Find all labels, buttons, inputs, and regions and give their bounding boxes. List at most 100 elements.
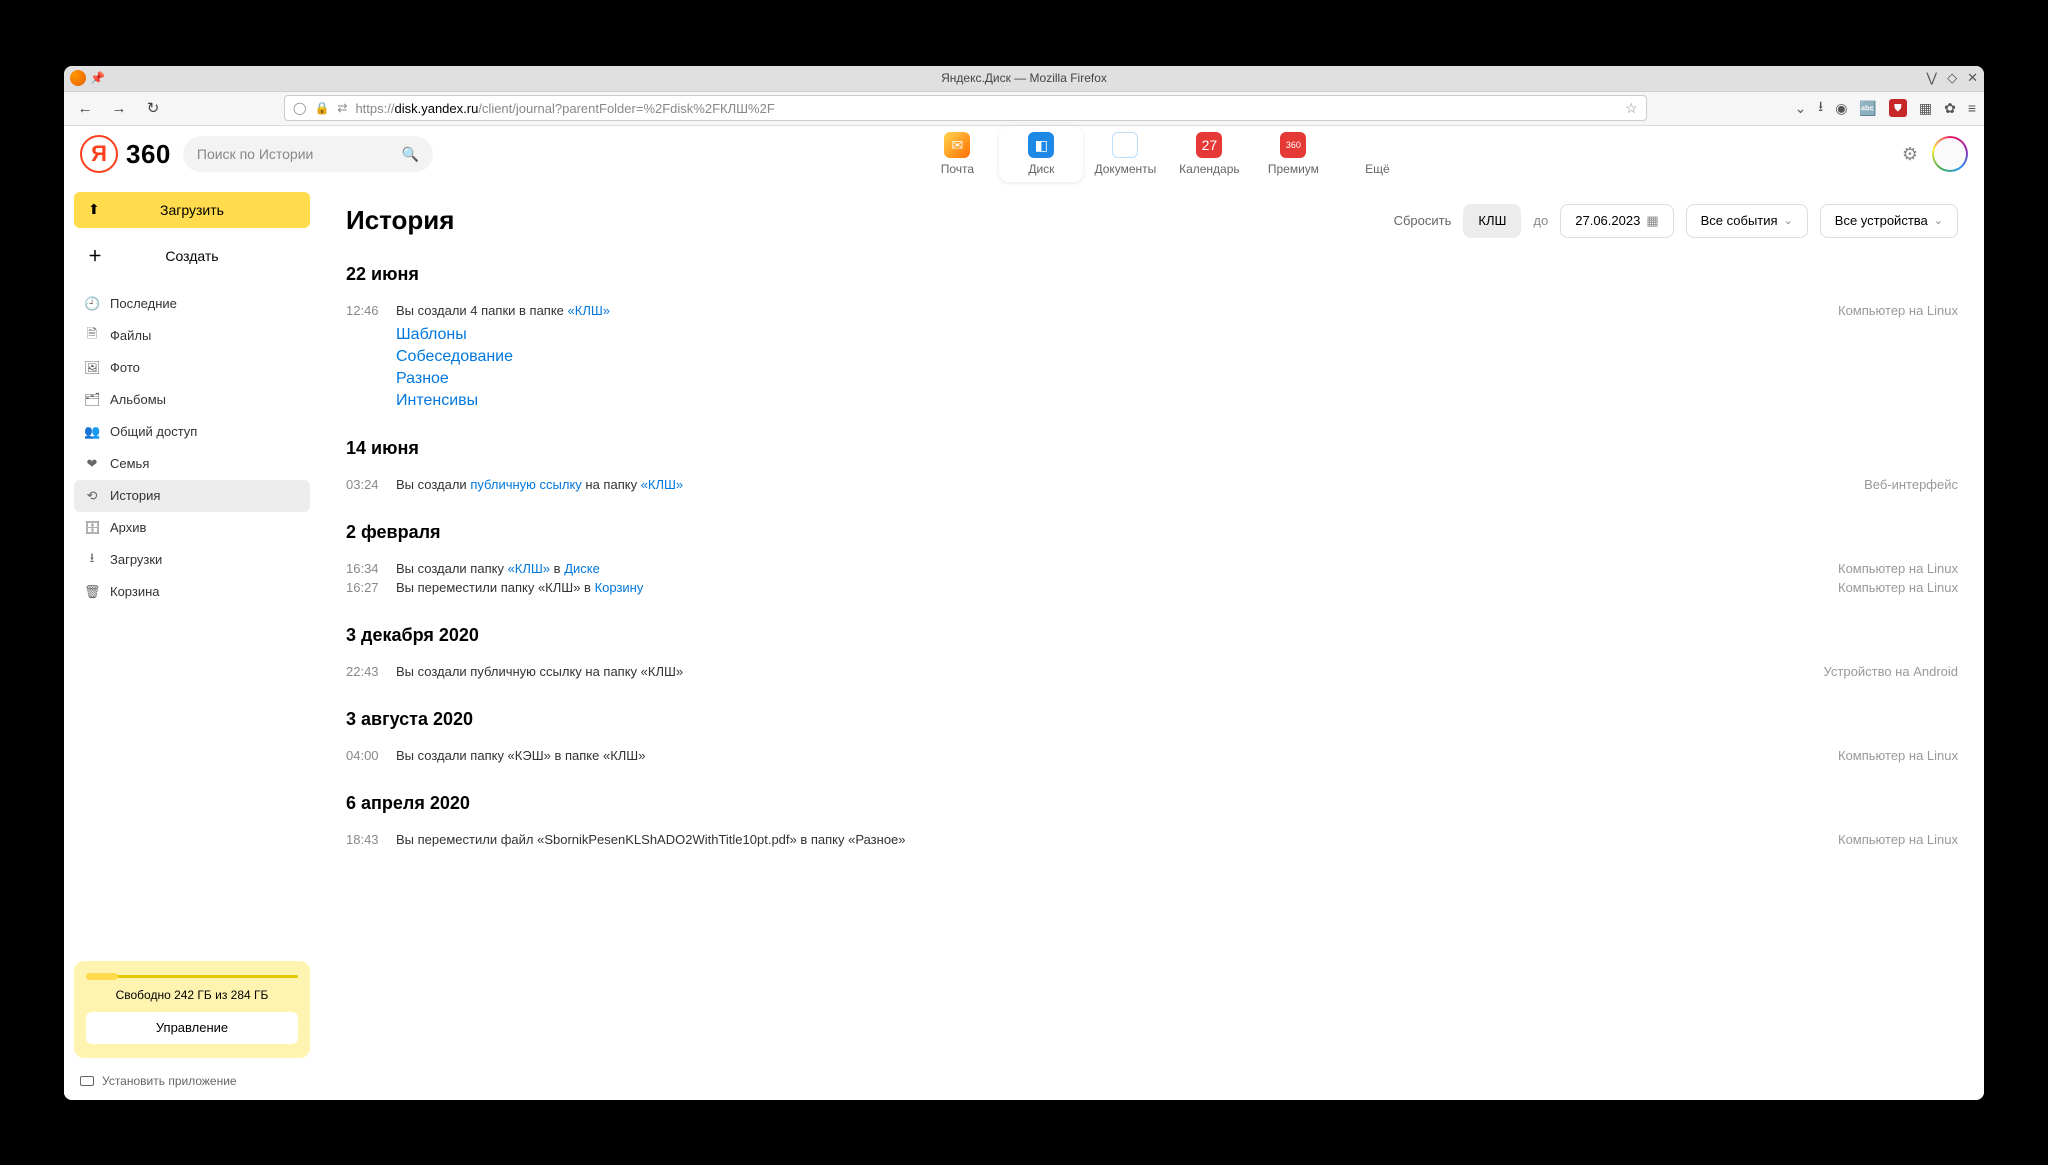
sidebar-item-history[interactable]: ⟲История xyxy=(74,480,310,512)
entry-time: 03:24 xyxy=(346,477,396,492)
sidebar-item-photo[interactable]: 🖼Фото xyxy=(74,352,310,384)
entry-link[interactable]: «КЛШ» xyxy=(568,303,610,318)
permissions-icon[interactable]: ⇄ xyxy=(337,101,347,115)
entry-device: Компьютер на Linux xyxy=(1838,580,1958,595)
journal-entry: 22:43Вы создали публичную ссылку на папк… xyxy=(346,662,1958,681)
tab-documents[interactable]: ▤ Документы xyxy=(1083,126,1167,182)
back-button[interactable]: ← xyxy=(72,95,98,121)
sidebar-item-shared[interactable]: 👥Общий доступ xyxy=(74,416,310,448)
settings-gear-icon[interactable]: ⚙ xyxy=(1902,144,1918,165)
page-title: История xyxy=(346,205,454,236)
header-right: ⚙ xyxy=(1902,136,1968,172)
journal-entry: 04:00Вы создали папку «КЭШ» в папке «КЛШ… xyxy=(346,746,1958,765)
pocket-icon[interactable]: ⌄ xyxy=(1795,100,1807,117)
journal-day-group: 3 декабря 202022:43Вы создали публичную … xyxy=(346,625,1958,681)
entry-device: Компьютер на Linux xyxy=(1838,748,1958,763)
desktop: 📌 Яндекс.Диск — Mozilla Firefox ⋁ ◇ ✕ ← … xyxy=(0,0,2048,1165)
filter-date-picker[interactable]: 27.06.2023▦ xyxy=(1560,204,1673,238)
journal-day-title: 14 июня xyxy=(346,438,1958,459)
tab-calendar[interactable]: 27 Календарь xyxy=(1167,126,1251,182)
journal-entry: 18:43Вы переместили файл «SbornikPesenKL… xyxy=(346,830,1958,849)
logo[interactable]: Я 360 xyxy=(80,135,171,173)
entry-device: Компьютер на Linux xyxy=(1838,832,1958,847)
lock-icon: 🔒 xyxy=(314,101,329,115)
manage-storage-button[interactable]: Управление xyxy=(86,1012,298,1044)
calendar-grid-icon: ▦ xyxy=(1646,213,1658,229)
avatar[interactable] xyxy=(1932,136,1968,172)
chevron-down-icon: ⌄ xyxy=(1934,214,1943,227)
upload-button[interactable]: ⬆ Загрузить xyxy=(74,192,310,228)
close-button[interactable]: ✕ xyxy=(1967,70,1978,86)
sidebar-item-family[interactable]: ❤Семья xyxy=(74,448,310,480)
search-icon: 🔍 xyxy=(401,146,418,163)
entry-link[interactable]: публичную ссылку xyxy=(470,477,581,492)
shield-icon: ◯ xyxy=(293,101,306,115)
create-button[interactable]: ＋ Создать xyxy=(74,238,310,274)
journal-list: 22 июня12:46Вы создали 4 папки в папке «… xyxy=(346,264,1958,849)
logo-icon: Я xyxy=(80,135,118,173)
entry-text: Вы переместили файл «SbornikPesenKLShADO… xyxy=(396,832,1838,847)
tab-more[interactable]: ⋯ Ещё xyxy=(1335,126,1419,182)
filter-events-dropdown[interactable]: Все события⌄ xyxy=(1686,204,1808,238)
history-icon: ⟲ xyxy=(84,488,100,504)
sidebar-item-downloads[interactable]: ⭳Загрузки xyxy=(74,544,310,576)
tab-premium[interactable]: 360 Премиум xyxy=(1251,126,1335,182)
search-input[interactable]: Поиск по Истории 🔍 xyxy=(183,136,433,172)
reset-filters-button[interactable]: Сбросить xyxy=(1394,213,1452,228)
tab-mail[interactable]: ✉ Почта xyxy=(915,126,999,182)
entry-link[interactable]: «КЛШ» xyxy=(508,561,550,576)
window-title: Яндекс.Диск — Mozilla Firefox xyxy=(941,71,1107,85)
entry-sublink[interactable]: Интенсивы xyxy=(396,392,1958,410)
journal-day-group: 3 августа 202004:00Вы создали папку «КЭШ… xyxy=(346,709,1958,765)
minimize-button[interactable]: ⋁ xyxy=(1926,70,1937,86)
entry-text: Вы создали папку «КЛШ» в Диске xyxy=(396,561,1838,576)
main-content: История Сбросить КЛШ до 27.06.2023▦ Все … xyxy=(320,184,1984,1100)
entry-link[interactable]: Корзину xyxy=(595,580,644,595)
filter-folder-chip[interactable]: КЛШ xyxy=(1463,204,1521,238)
maximize-button[interactable]: ◇ xyxy=(1947,70,1957,86)
install-app-link[interactable]: Установить приложение xyxy=(74,1074,310,1092)
storage-widget: Свободно 242 ГБ из 284 ГБ Управление xyxy=(74,961,310,1058)
forward-button[interactable]: → xyxy=(106,95,132,121)
photo-icon: 🖼 xyxy=(84,360,100,376)
journal-day-title: 6 апреля 2020 xyxy=(346,793,1958,814)
journal-day-group: 14 июня03:24Вы создали публичную ссылку … xyxy=(346,438,1958,494)
plus-icon: ＋ xyxy=(88,246,102,266)
filter-devices-dropdown[interactable]: Все устройства⌄ xyxy=(1820,204,1958,238)
trash-icon: 🗑 xyxy=(84,584,100,600)
journal-entry: 12:46Вы создали 4 папки в папке «КЛШ»Ком… xyxy=(346,301,1958,320)
entry-link[interactable]: «КЛШ» xyxy=(641,477,683,492)
extension-icon-1[interactable]: ◉ xyxy=(1835,100,1847,117)
pin-icon[interactable]: 📌 xyxy=(90,71,105,85)
browser-toolbar: ← → ↻ ◯ 🔒 ⇄ https://disk.yandex.ru/clien… xyxy=(64,92,1984,126)
entry-sublink[interactable]: Разное xyxy=(396,370,1958,388)
url-text: https://disk.yandex.ru/client/journal?pa… xyxy=(355,101,774,116)
window-controls: ⋁ ◇ ✕ xyxy=(1926,70,1978,86)
entry-device: Устройство на Android xyxy=(1824,664,1958,679)
journal-filters: Сбросить КЛШ до 27.06.2023▦ Все события⌄… xyxy=(1394,204,1958,238)
entry-link[interactable]: Диске xyxy=(564,561,600,576)
extension-icon-2[interactable]: ▦ xyxy=(1919,100,1932,117)
adblock-icon[interactable]: ⛊ xyxy=(1889,99,1907,117)
calendar-icon: 27 xyxy=(1196,132,1222,158)
journal-entry: 16:34Вы создали папку «КЛШ» в ДискеКомпь… xyxy=(346,559,1958,578)
sidebar-item-recent[interactable]: 🕘Последние xyxy=(74,288,310,320)
hamburger-menu-icon[interactable]: ≡ xyxy=(1968,100,1976,116)
sidebar-item-trash[interactable]: 🗑Корзина xyxy=(74,576,310,608)
extensions-icon[interactable]: ✿ xyxy=(1944,100,1956,117)
sidebar-nav: 🕘Последние 🗎Файлы 🖼Фото 🗂Альбомы 👥Общий … xyxy=(74,288,310,608)
sidebar-item-files[interactable]: 🗎Файлы xyxy=(74,320,310,352)
entry-sublink[interactable]: Шаблоны xyxy=(396,326,1958,344)
sidebar-item-albums[interactable]: 🗂Альбомы xyxy=(74,384,310,416)
entry-sublink[interactable]: Собеседование xyxy=(396,348,1958,366)
bookmark-star-icon[interactable]: ☆ xyxy=(1625,100,1638,117)
url-bar[interactable]: ◯ 🔒 ⇄ https://disk.yandex.ru/client/jour… xyxy=(284,95,1647,121)
tab-disk[interactable]: ◧ Диск xyxy=(999,126,1083,182)
sidebar-item-archive[interactable]: 🗄Архив xyxy=(74,512,310,544)
journal-day-group: 22 июня12:46Вы создали 4 папки в папке «… xyxy=(346,264,1958,410)
translate-icon[interactable]: 🔤 xyxy=(1859,100,1876,117)
downloads-icon[interactable]: ⭳ xyxy=(1818,96,1823,120)
entry-device: Компьютер на Linux xyxy=(1838,561,1958,576)
entry-time: 12:46 xyxy=(346,303,396,318)
reload-button[interactable]: ↻ xyxy=(140,95,166,121)
